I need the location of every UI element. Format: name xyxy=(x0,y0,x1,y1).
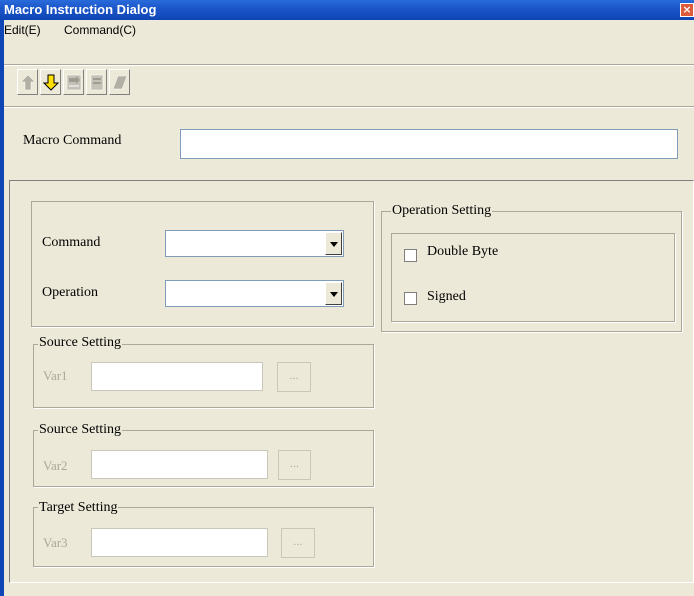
double-byte-checkbox[interactable] xyxy=(404,249,417,262)
command-group xyxy=(31,201,374,327)
var1-input[interactable] xyxy=(91,362,263,391)
menu-separator xyxy=(4,64,694,66)
var2-label: Var2 xyxy=(43,458,68,473)
var2-input[interactable] xyxy=(91,450,268,479)
menu-bar: Edit(E) Command(C) xyxy=(4,20,694,40)
command-select[interactable] xyxy=(165,230,344,257)
chevron-down-icon[interactable] xyxy=(325,232,342,255)
delete-icon xyxy=(90,74,104,91)
var3-browse-button[interactable]: ... xyxy=(281,528,315,558)
target-setting-legend: Target Setting xyxy=(38,500,119,516)
toolbar-separator xyxy=(4,106,694,108)
close-icon: × xyxy=(682,3,692,16)
var1-browse-button[interactable]: ... xyxy=(277,362,311,392)
double-byte-label[interactable]: Double Byte xyxy=(427,244,498,260)
signed-label[interactable]: Signed xyxy=(427,289,466,305)
operation-label: Operation xyxy=(42,285,98,300)
delete-button[interactable] xyxy=(86,69,107,95)
var3-input[interactable] xyxy=(91,528,268,557)
toolbar xyxy=(17,69,189,99)
macro-command-input[interactable] xyxy=(180,129,678,159)
arrow-up-icon xyxy=(20,74,36,91)
arrow-down-icon xyxy=(43,74,59,91)
var2-browse-button[interactable]: ... xyxy=(278,450,311,480)
insert-button[interactable] xyxy=(63,69,84,95)
close-button[interactable]: × xyxy=(680,3,694,17)
insert-icon xyxy=(66,74,82,91)
window-title: Macro Instruction Dialog xyxy=(4,2,157,17)
command-label: Command xyxy=(42,235,101,250)
signed-checkbox[interactable] xyxy=(404,292,417,305)
move-down-button[interactable] xyxy=(40,69,61,95)
eraser-button[interactable] xyxy=(109,69,130,95)
operation-setting-legend: Operation Setting xyxy=(391,203,493,219)
eraser-icon xyxy=(112,75,128,90)
source-setting-1-legend: Source Setting xyxy=(38,335,123,351)
source-setting-2-legend: Source Setting xyxy=(38,422,123,438)
title-bar: Macro Instruction Dialog × xyxy=(0,0,694,20)
menu-command[interactable]: Command(C) xyxy=(64,23,136,37)
operation-select[interactable] xyxy=(165,280,344,307)
macro-command-label: Macro Command xyxy=(23,133,122,148)
var1-label: Var1 xyxy=(43,368,68,383)
move-up-button[interactable] xyxy=(17,69,38,95)
var3-label: Var3 xyxy=(43,535,68,550)
menu-edit[interactable]: Edit(E) xyxy=(4,23,41,37)
chevron-down-icon[interactable] xyxy=(325,282,342,305)
